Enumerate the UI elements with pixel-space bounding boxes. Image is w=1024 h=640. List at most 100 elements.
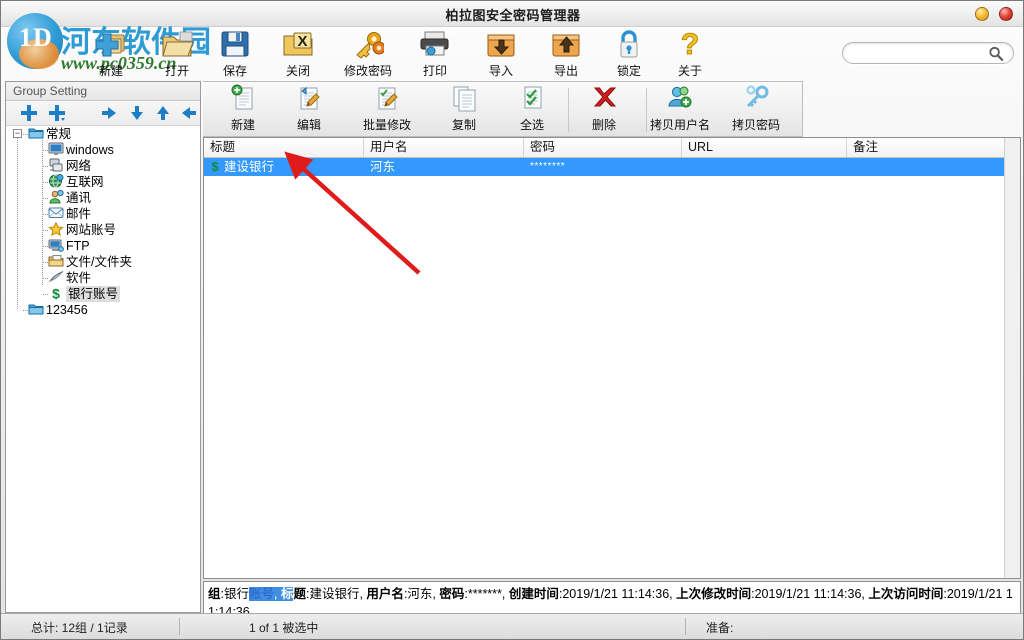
- add-group-dropdown-button[interactable]: [46, 103, 67, 124]
- tree-item-label: FTP: [66, 239, 90, 253]
- list-column-header[interactable]: 标题 用户名 密码 URL 备注: [204, 138, 1020, 158]
- column-header-5[interactable]: 备注: [847, 138, 1020, 157]
- tree-item-label: 互联网: [66, 175, 104, 189]
- tree-expander-icon[interactable]: −: [13, 129, 22, 138]
- tree-item-邮件[interactable]: 邮件: [6, 206, 200, 222]
- detail-segment-14: 上次修改时间: [676, 587, 752, 601]
- new-plus-icon: [79, 29, 143, 63]
- tree-item-网站账号[interactable]: 网站账号: [6, 221, 200, 238]
- ftp-server-icon: [48, 238, 64, 253]
- group-tree[interactable]: − 常规 windows 网络 互联网 通讯 邮件 网站账号 FTP 文件/文件夹…: [6, 126, 200, 612]
- globe-icon: [48, 174, 64, 189]
- application-window: 柏拉图安全密码管理器 1D 河东软件园 www.pc0359.cn 新建 打开 …: [0, 0, 1024, 640]
- toolbar-separator-1: [568, 88, 569, 132]
- toolbar-button-change-password-key[interactable]: 修改密码: [336, 29, 400, 79]
- toolbar-button-open-folder[interactable]: 打开: [145, 29, 209, 79]
- toolbar-button-save-floppy[interactable]: 保存: [203, 29, 267, 79]
- dollar-record-icon: $: [211, 159, 219, 174]
- software-icon: [48, 270, 64, 285]
- move-up-button[interactable]: [126, 103, 147, 124]
- move-right-button[interactable]: [178, 103, 199, 124]
- record-toolbar-edit-pencil[interactable]: 编辑: [276, 84, 342, 136]
- edit-pencil-icon: [276, 84, 342, 116]
- tree-item-label: 网站账号: [66, 223, 117, 237]
- record-toolbar-label: 编辑: [296, 118, 321, 132]
- tree-item-文件/文件夹[interactable]: 文件/文件夹: [6, 254, 200, 270]
- toolbar-button-label: 新建: [98, 64, 123, 78]
- tree-item-label: 通讯: [66, 191, 92, 205]
- tree-item-label: 文件/文件夹: [66, 255, 132, 269]
- detail-segment-1: 组: [208, 587, 221, 601]
- svg-text:$: $: [52, 286, 60, 300]
- record-toolbar-delete-x[interactable]: 删除: [571, 84, 637, 136]
- close-folder-icon: X: [266, 29, 330, 63]
- tree-item-windows[interactable]: windows: [6, 142, 200, 158]
- search-box[interactable]: [842, 42, 1014, 64]
- cell-title: 建设银行: [224, 160, 275, 174]
- detail-segment-12: 创建时间: [508, 587, 559, 601]
- select-all-check-icon: [499, 84, 565, 116]
- record-toolbar-batch-edit[interactable]: 批量修改: [354, 84, 420, 136]
- right-content-area: 新建 编辑 批量修改 复制 全选删除 拷贝用户名 拷贝密码 标题 用户名 密码 URL…: [203, 81, 1021, 639]
- detail-segment-6: 题: [293, 587, 306, 601]
- toolbar-button-close-folder[interactable]: X 关闭: [266, 29, 330, 79]
- search-input[interactable]: [853, 45, 987, 62]
- detail-segment-11: :*******,: [464, 587, 509, 601]
- folder-icon: [28, 302, 44, 317]
- group-panel-header: Group Setting: [6, 82, 200, 101]
- search-magnifier-icon[interactable]: [988, 45, 1004, 62]
- toolbar-button-label: 锁定: [616, 64, 641, 78]
- minimize-button[interactable]: [975, 7, 989, 21]
- question-mark-icon: ?: [658, 28, 722, 63]
- column-header-4[interactable]: URL: [682, 138, 847, 157]
- toolbar-button-printer[interactable]: 打印: [403, 29, 467, 79]
- record-toolbar-label: 拷贝用户名: [649, 118, 710, 132]
- move-left-button[interactable]: [98, 103, 119, 124]
- toolbar-button-question-mark[interactable]: ? 关于: [658, 28, 722, 79]
- status-ready: 准备:: [706, 621, 734, 635]
- record-toolbar-copy-username[interactable]: 拷贝用户名: [647, 84, 713, 136]
- toolbar-button-label: 关闭: [285, 64, 310, 78]
- column-header-1[interactable]: 标题: [204, 138, 364, 157]
- column-header-3[interactable]: 密码: [524, 138, 682, 157]
- record-toolbar-label: 删除: [591, 118, 616, 132]
- toolbar-button-import-down-arrow[interactable]: 导入: [469, 29, 533, 79]
- close-button[interactable]: [999, 7, 1013, 21]
- toolbar-button-export-up-arrow[interactable]: 导出: [534, 29, 598, 79]
- tree-item-软件[interactable]: 软件: [6, 270, 200, 286]
- record-toolbar-copy-pages[interactable]: 复制: [431, 84, 497, 136]
- add-group-button[interactable]: [18, 103, 39, 124]
- record-toolbar-copy-password[interactable]: 拷贝密码: [723, 84, 789, 136]
- tree-item-FTP[interactable]: FTP: [6, 238, 200, 254]
- dollar-icon: $: [48, 285, 64, 301]
- toolbar-button-label: 关于: [677, 64, 702, 78]
- tree-item-网络[interactable]: 网络: [6, 158, 200, 174]
- move-down-button[interactable]: [152, 103, 173, 124]
- table-row[interactable]: $ 建设银行 河东 ********: [204, 158, 1004, 176]
- record-toolbar-select-all-check[interactable]: 全选: [499, 84, 565, 136]
- column-header-2[interactable]: 用户名: [364, 138, 524, 157]
- toolbar-button-new-plus[interactable]: 新建: [79, 29, 143, 79]
- group-setting-panel: Group Setting − 常规 windows 网络 互联网 通讯 邮件网…: [5, 81, 201, 613]
- save-floppy-icon: [203, 29, 267, 63]
- lock-icon: [597, 29, 661, 63]
- tree-item-银行账号[interactable]: $ 银行账号: [6, 285, 200, 302]
- contact-person-icon: [48, 189, 64, 205]
- list-vertical-scrollbar[interactable]: [1004, 138, 1020, 578]
- record-toolbar-label: 批量修改: [362, 118, 411, 132]
- tree-item-123456[interactable]: 123456: [6, 302, 200, 318]
- tree-item-常规[interactable]: − 常规: [6, 126, 200, 142]
- record-list-view[interactable]: 标题 用户名 密码 URL 备注 $ 建设银行 河东 ********: [203, 137, 1021, 579]
- window-title: 柏拉图安全密码管理器: [445, 8, 581, 23]
- tree-item-互联网[interactable]: 互联网: [6, 174, 200, 190]
- star-icon: [48, 221, 64, 237]
- printer-icon: [403, 29, 467, 63]
- cell-username: 河东: [370, 160, 396, 174]
- status-divider-2: [685, 618, 686, 635]
- tree-item-通讯[interactable]: 通讯: [6, 189, 200, 206]
- toolbar-button-lock[interactable]: 锁定: [597, 29, 661, 79]
- toolbar-button-label: 导出: [553, 64, 578, 78]
- record-toolbar-new-record[interactable]: 新建: [210, 84, 276, 136]
- mail-envelope-icon: [48, 206, 64, 221]
- open-folder-icon: [145, 29, 209, 63]
